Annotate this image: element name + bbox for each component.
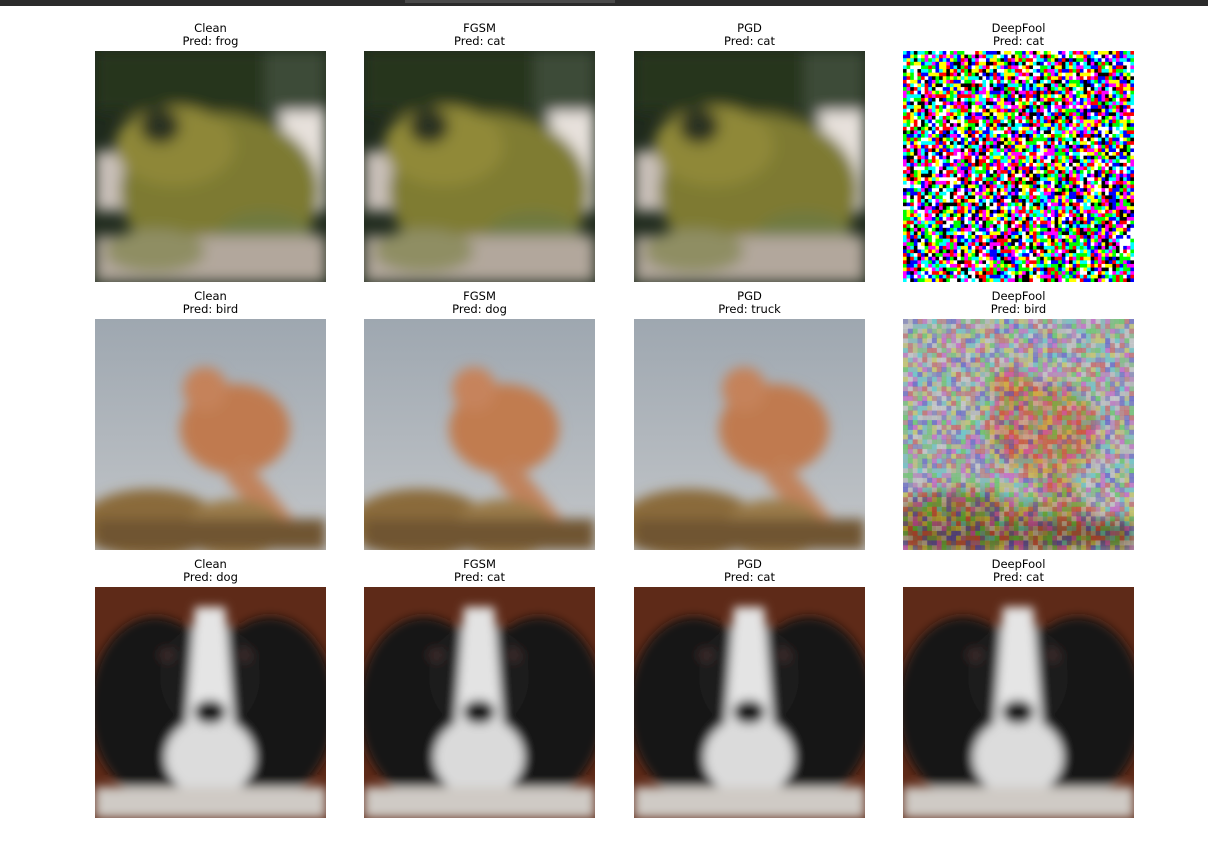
panel-title: Clean Pred: dog [95,558,326,584]
dog-image [634,587,865,818]
panel-title: DeepFool Pred: bird [903,290,1134,316]
panel-title: FGSM Pred: cat [364,22,595,48]
prediction-label: Pred: dog [183,570,238,584]
frog-image-svg [95,51,326,282]
prediction-label: Pred: frog [182,34,239,48]
bird-image-svg [364,319,595,550]
bird-noisy-image-svg [903,319,1134,550]
prediction-label: Pred: bird [182,302,239,316]
frog-image-svg [364,51,595,282]
panel-title: PGD Pred: cat [634,558,865,584]
panel-title: DeepFool Pred: cat [903,558,1134,584]
frog-image-svg [634,51,865,282]
bird-image-svg [634,319,865,550]
prediction-label: Pred: dog [452,302,507,316]
prediction-label: Pred: cat [454,570,505,584]
panel-title: PGD Pred: truck [634,290,865,316]
panel-title: PGD Pred: cat [634,22,865,48]
frog-image [634,51,865,282]
frog-image [95,51,326,282]
prediction-label: Pred: cat [993,570,1044,584]
prediction-label: Pred: cat [724,570,775,584]
dog-image [95,587,326,818]
bird-image [95,319,326,550]
panel-title: FGSM Pred: cat [364,558,595,584]
bird-noisy-image [903,319,1134,550]
dog-image [364,587,595,818]
prediction-label: Pred: bird [990,302,1047,316]
noise-image [903,51,1134,282]
dog-image-svg [634,587,865,818]
noise-overlay [903,319,1134,550]
dog-image-svg [364,587,595,818]
frog-image [364,51,595,282]
panel-title: FGSM Pred: dog [364,290,595,316]
adversarial-examples-figure: Clean Pred: frog FGSM Pred: cat PGD Pred… [0,0,1208,847]
bird-image-svg [95,319,326,550]
dog-image-svg [95,587,326,818]
prediction-label: Pred: truck [718,302,781,316]
panel-title: Clean Pred: frog [95,22,326,48]
bird-image [364,319,595,550]
prediction-label: Pred: cat [724,34,775,48]
panel-title: Clean Pred: bird [95,290,326,316]
noise-image-svg [903,51,1134,282]
prediction-label: Pred: cat [993,34,1044,48]
prediction-label: Pred: cat [454,34,505,48]
bird-image [634,319,865,550]
panel-title: DeepFool Pred: cat [903,22,1134,48]
dog-image-svg [903,587,1134,818]
dog-image [903,587,1134,818]
